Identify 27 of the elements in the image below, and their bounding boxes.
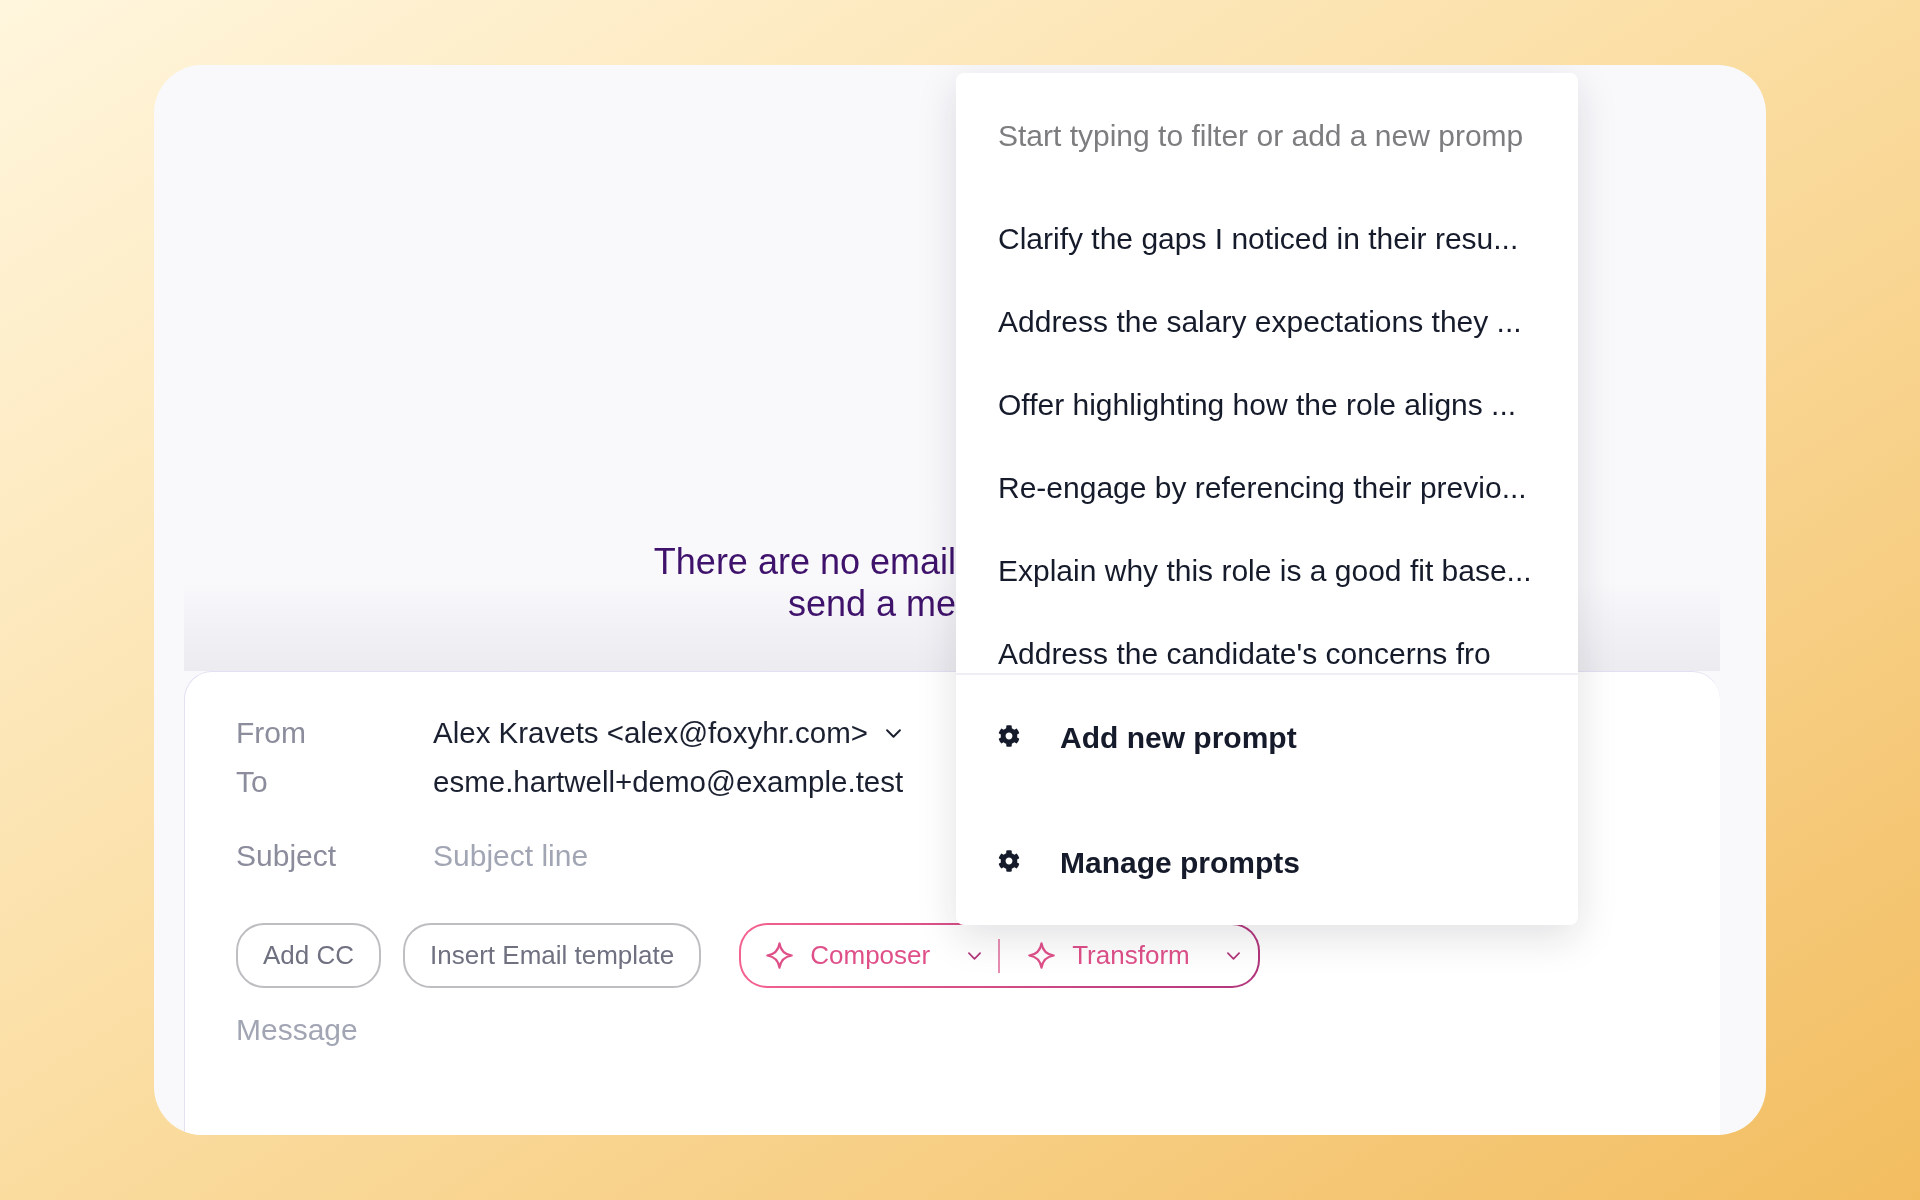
- chevron-down-icon: [967, 951, 981, 960]
- empty-state-text: send a me: [787, 583, 956, 625]
- prompt-option[interactable]: Clarify the gaps I noticed in their resu...: [956, 197, 1578, 280]
- ai-action-button[interactable]: Composer: [741, 925, 951, 986]
- field-label: Subject: [236, 838, 338, 874]
- prompt-option[interactable]: Offer highlighting how the role aligns ...: [956, 363, 1578, 446]
- prompt-option[interactable]: Address the salary expectations they ...: [956, 280, 1578, 363]
- gear-icon: [998, 724, 1020, 747]
- chevron-down-icon: [1227, 951, 1241, 960]
- prompt-option[interactable]: Address the candidate's concerns fro: [956, 612, 1578, 673]
- chevron-down-icon: [885, 728, 901, 738]
- sender-select[interactable]: Alex Kravets <alex@foxyhr.com>: [433, 713, 901, 753]
- field-label: To: [236, 764, 269, 800]
- message-input[interactable]: Message: [236, 1010, 1436, 1090]
- recipient-text: esme.hartwell+demo@example.test: [433, 764, 904, 800]
- gear-icon: [998, 849, 1020, 872]
- outline-button[interactable]: Add CC: [236, 923, 382, 988]
- filter-input[interactable]: Start typing to filter or add a new promp: [998, 113, 1572, 157]
- outline-button[interactable]: Insert Email template: [403, 923, 702, 988]
- sparkle-icon: [1028, 942, 1056, 969]
- ai-action-button[interactable]: Transform: [1000, 925, 1210, 986]
- sparkle-icon: [766, 942, 794, 969]
- field-label: From: [236, 715, 307, 751]
- prompt-option[interactable]: Explain why this role is a good fit base...: [956, 529, 1578, 612]
- prompt-option[interactable]: Re-engage by referencing their previo...: [956, 446, 1578, 529]
- menu-action[interactable]: Add new prompt: [956, 675, 1578, 800]
- empty-state-text: There are no email: [653, 541, 956, 583]
